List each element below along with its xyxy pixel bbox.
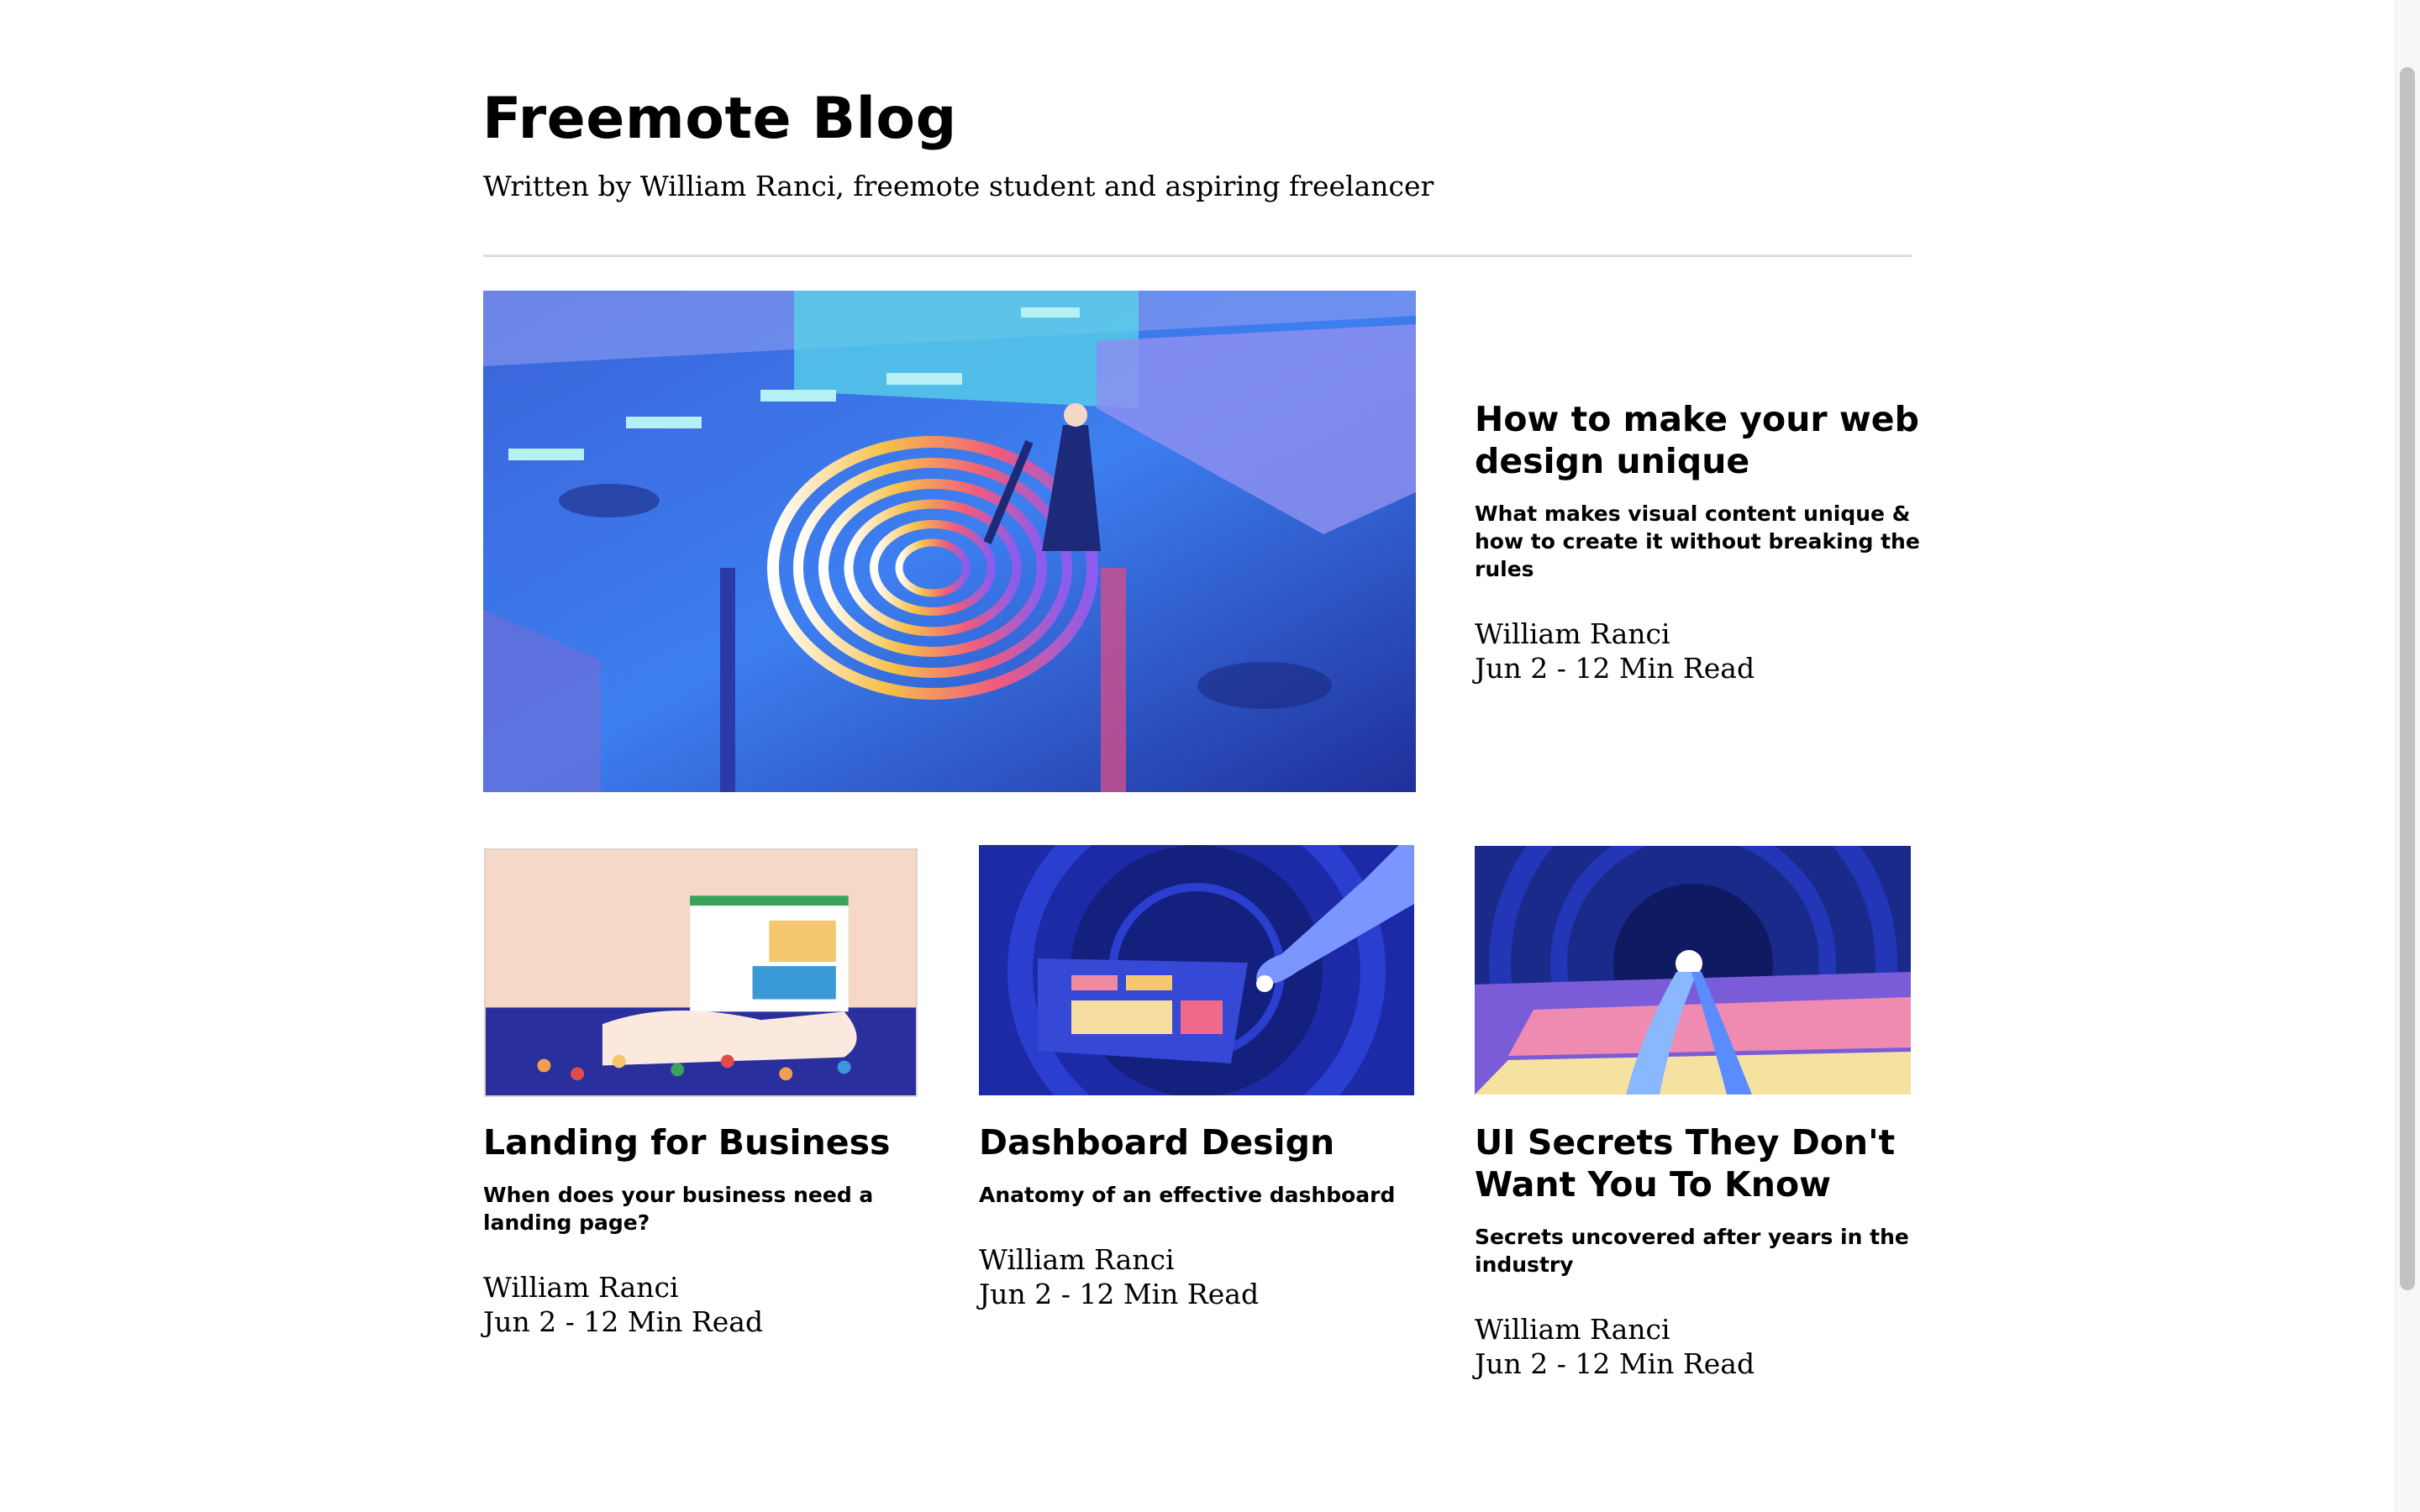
featured-desc-line-2: how to create it without breaking the	[1475, 529, 1920, 554]
post-desc-line: Secrets uncovered after years in the	[1475, 1225, 1909, 1249]
post-description-landing: When does your business need a landing p…	[483, 1181, 873, 1236]
post-title-line[interactable]: Landing for Business	[483, 1121, 890, 1163]
featured-article-image[interactable]	[483, 291, 1416, 792]
featured-article-author: William Ranci	[1475, 617, 1670, 650]
post-meta-dashboard: Jun 2 - 12 Min Read	[979, 1278, 1260, 1310]
post-title-line[interactable]: UI Secrets They Don't	[1475, 1121, 1895, 1163]
post-image-ui-secrets[interactable]	[1475, 846, 1911, 1095]
post-title-landing[interactable]: Landing for Business	[483, 1121, 890, 1163]
post-title-ui-secrets[interactable]: UI Secrets They Don't Want You To Know	[1475, 1121, 1895, 1205]
scrollbar-thumb[interactable]	[2400, 67, 2415, 1290]
post-title-line[interactable]: Want You To Know	[1475, 1163, 1895, 1205]
post-desc-line: landing page?	[483, 1210, 650, 1235]
post-meta-ui-secrets: Jun 2 - 12 Min Read	[1475, 1347, 1755, 1380]
post-image-landing[interactable]	[484, 848, 918, 1097]
post-desc-line: Anatomy of an effective dashboard	[979, 1183, 1396, 1207]
featured-desc-line-3: rules	[1475, 557, 1534, 581]
featured-title-line-2[interactable]: design unique	[1475, 440, 1919, 482]
post-author-dashboard: William Ranci	[979, 1243, 1175, 1276]
post-image-dashboard[interactable]	[979, 845, 1414, 1095]
post-desc-line: industry	[1475, 1252, 1574, 1277]
post-desc-line: When does your business need a	[483, 1183, 874, 1207]
header-divider	[483, 255, 1912, 257]
post-description-dashboard: Anatomy of an effective dashboard	[979, 1181, 1395, 1209]
post-author-ui-secrets: William Ranci	[1475, 1313, 1670, 1346]
featured-article-title[interactable]: How to make your web design unique	[1475, 398, 1919, 482]
post-title-line[interactable]: Dashboard Design	[979, 1121, 1334, 1163]
post-title-dashboard[interactable]: Dashboard Design	[979, 1121, 1334, 1163]
featured-article-meta: Jun 2 - 12 Min Read	[1475, 652, 1755, 685]
blog-page: Freemote Blog Written by William Ranci, …	[0, 0, 2420, 1512]
post-meta-landing: Jun 2 - 12 Min Read	[483, 1305, 764, 1338]
blog-title: Freemote Blog	[482, 86, 957, 152]
featured-desc-line-1: What makes visual content unique &	[1475, 501, 1911, 526]
post-author-landing: William Ranci	[483, 1271, 679, 1304]
featured-title-line-1[interactable]: How to make your web	[1475, 398, 1919, 440]
blog-subtitle: Written by William Ranci, freemote stude…	[483, 170, 1434, 202]
featured-article-description: What makes visual content unique & how t…	[1475, 500, 1920, 583]
post-description-ui-secrets: Secrets uncovered after years in the ind…	[1475, 1223, 1909, 1278]
